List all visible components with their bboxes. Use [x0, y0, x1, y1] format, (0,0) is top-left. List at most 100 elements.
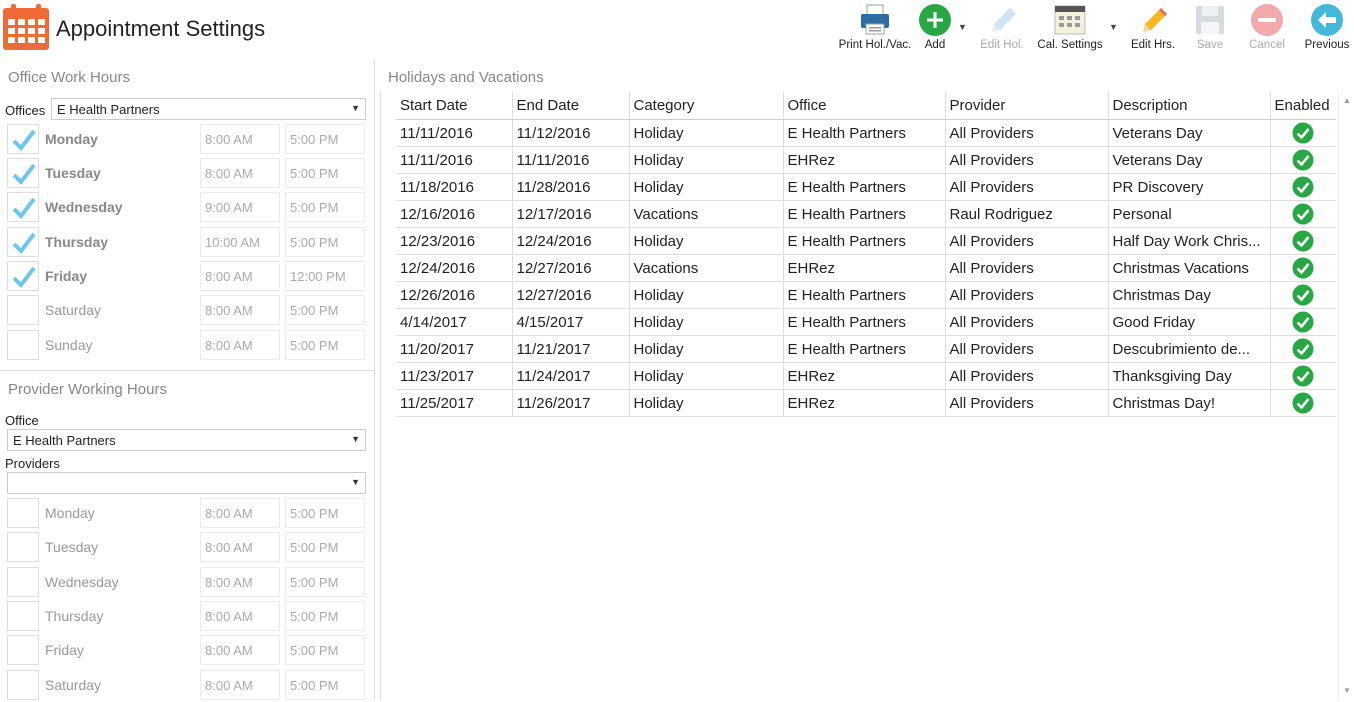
start-time-input[interactable]: 8:00 AM: [200, 567, 280, 597]
day-checkbox[interactable]: [7, 330, 39, 360]
provider-day-row: Saturday 8:00 AM 5:00 PM: [7, 670, 367, 702]
start-time-input[interactable]: 8:00 AM: [200, 670, 280, 700]
offices-select[interactable]: E Health Partners ▼: [51, 98, 366, 120]
table-row[interactable]: 12/26/2016 12/27/2016 Holiday E Health Part…: [396, 281, 1336, 309]
day-checkbox[interactable]: [7, 567, 39, 597]
table-row[interactable]: 12/16/2016 12/17/2016 Vacations E Health Pa…: [396, 200, 1336, 228]
providers-select[interactable]: ▼: [7, 472, 366, 494]
day-checkbox[interactable]: [7, 227, 39, 257]
start-time-input[interactable]: 10:00 AM: [200, 227, 280, 257]
day-checkbox[interactable]: [7, 124, 39, 154]
column-header[interactable]: Description: [1108, 92, 1271, 120]
column-header[interactable]: Provider: [945, 92, 1109, 120]
table-row[interactable]: 11/20/2017 11/21/2017 Holiday E Health Part…: [396, 335, 1336, 363]
scroll-down-icon[interactable]: ▼: [1343, 686, 1351, 695]
day-checkbox[interactable]: [7, 670, 39, 700]
cell-enabled[interactable]: [1270, 362, 1336, 390]
day-checkbox[interactable]: [7, 635, 39, 665]
printer-icon: [857, 2, 893, 38]
edit-hours-button[interactable]: Edit Hrs.: [1124, 0, 1182, 58]
table-row[interactable]: 11/25/2017 11/26/2017 Holiday EHRez All Prov…: [396, 389, 1336, 417]
day-checkbox[interactable]: [7, 158, 39, 188]
end-time-input[interactable]: 5:00 PM: [285, 295, 365, 325]
cell-category: Vacations: [629, 200, 784, 228]
day-checkbox[interactable]: [7, 261, 39, 291]
cell-enabled[interactable]: [1270, 173, 1336, 201]
start-time-input[interactable]: 8:00 AM: [200, 601, 280, 631]
edit-holiday-button[interactable]: Edit Hol.: [974, 0, 1030, 58]
day-checkbox[interactable]: [7, 192, 39, 222]
previous-button[interactable]: Previous: [1300, 0, 1354, 58]
add-button[interactable]: Add: [912, 0, 958, 58]
end-time-input[interactable]: 5:00 PM: [285, 567, 365, 597]
end-time-input[interactable]: 5:00 PM: [285, 670, 365, 700]
day-checkbox[interactable]: [7, 295, 39, 325]
day-checkbox[interactable]: [7, 498, 39, 528]
end-time-input[interactable]: 5:00 PM: [285, 635, 365, 665]
start-time-input[interactable]: 8:00 AM: [200, 158, 280, 188]
end-time-input[interactable]: 5:00 PM: [285, 124, 365, 154]
cell-enabled[interactable]: [1270, 308, 1336, 336]
end-time-input[interactable]: 5:00 PM: [285, 601, 365, 631]
day-checkbox[interactable]: [7, 532, 39, 562]
print-holidays-button[interactable]: Print Hol./Vac.: [834, 0, 916, 58]
start-time-input[interactable]: 8:00 AM: [200, 635, 280, 665]
save-button[interactable]: Save: [1186, 0, 1234, 58]
start-time-input[interactable]: 8:00 AM: [200, 261, 280, 291]
end-time-input[interactable]: 5:00 PM: [285, 532, 365, 562]
end-time-input[interactable]: 5:00 PM: [285, 192, 365, 222]
cell-category: Holiday: [629, 335, 784, 363]
cell-enabled[interactable]: [1270, 389, 1336, 417]
provider-office-select[interactable]: E Health Partners ▼: [7, 429, 366, 451]
cancel-button[interactable]: Cancel: [1242, 0, 1292, 58]
end-time-input[interactable]: 5:00 PM: [285, 498, 365, 528]
cell-category: Holiday: [629, 308, 784, 336]
table-row[interactable]: 11/11/2016 11/11/2016 Holiday EHRez All Prov…: [396, 146, 1336, 174]
start-time-input[interactable]: 8:00 AM: [200, 330, 280, 360]
cell-enabled[interactable]: [1270, 200, 1336, 228]
table-row[interactable]: 12/23/2016 12/24/2016 Holiday E Health Part…: [396, 227, 1336, 255]
cell-provider: All Providers: [945, 146, 1109, 174]
calendar-settings-dropdown-caret[interactable]: ▼: [1109, 22, 1118, 32]
scroll-up-icon[interactable]: ▲: [1343, 96, 1351, 105]
cell-enabled[interactable]: [1270, 254, 1336, 282]
column-header[interactable]: Start Date: [396, 92, 513, 120]
cell-enabled[interactable]: [1270, 335, 1336, 363]
cell-enabled[interactable]: [1270, 119, 1336, 147]
table-row[interactable]: 11/18/2016 11/28/2016 Holiday E Health Part…: [396, 173, 1336, 201]
table-row[interactable]: 11/23/2017 11/24/2017 Holiday EHRez All Prov…: [396, 362, 1336, 390]
end-time-input[interactable]: 5:00 PM: [285, 158, 365, 188]
cell-enabled[interactable]: [1270, 146, 1336, 174]
holidays-table: Start Date End Date Category Office Provider…: [396, 92, 1336, 417]
cell-description: Veterans Day: [1108, 146, 1271, 174]
column-header[interactable]: Enabled: [1270, 92, 1336, 120]
table-row[interactable]: 4/14/2017 4/15/2017 Holiday E Health Partne…: [396, 308, 1336, 336]
end-time-input[interactable]: 5:00 PM: [285, 227, 365, 257]
table-row[interactable]: 12/24/2016 12/27/2016 Vacations EHRez All Pr…: [396, 254, 1336, 282]
provider-working-hours-title: Provider Working Hours: [8, 381, 167, 398]
column-header[interactable]: Category: [629, 92, 784, 120]
calendar-settings-button[interactable]: Cal. Settings: [1032, 0, 1108, 58]
start-time-input[interactable]: 8:00 AM: [200, 124, 280, 154]
day-label: Wednesday: [45, 199, 123, 215]
start-time-input[interactable]: 8:00 AM: [200, 532, 280, 562]
column-header[interactable]: End Date: [512, 92, 630, 120]
cell-end: 12/17/2016: [512, 200, 630, 228]
table-row[interactable]: 11/11/2016 11/12/2016 Holiday E Health Part…: [396, 119, 1336, 147]
column-header[interactable]: Office: [783, 92, 946, 120]
office-day-row: Thursday 10:00 AM 5:00 PM: [7, 227, 367, 259]
start-time-input[interactable]: 9:00 AM: [200, 192, 280, 222]
check-circle-icon: [1292, 284, 1314, 306]
cell-category: Holiday: [629, 362, 784, 390]
end-time-input[interactable]: 12:00 PM: [285, 261, 365, 291]
cell-start: 12/16/2016: [396, 200, 513, 228]
start-time-input[interactable]: 8:00 AM: [200, 498, 280, 528]
add-dropdown-caret[interactable]: ▼: [958, 22, 967, 32]
holidays-title: Holidays and Vacations: [388, 69, 544, 86]
cell-enabled[interactable]: [1270, 281, 1336, 309]
vertical-scrollbar[interactable]: ▲ ▼: [1338, 92, 1354, 699]
end-time-input[interactable]: 5:00 PM: [285, 330, 365, 360]
cell-enabled[interactable]: [1270, 227, 1336, 255]
day-checkbox[interactable]: [7, 601, 39, 631]
start-time-input[interactable]: 8:00 AM: [200, 295, 280, 325]
